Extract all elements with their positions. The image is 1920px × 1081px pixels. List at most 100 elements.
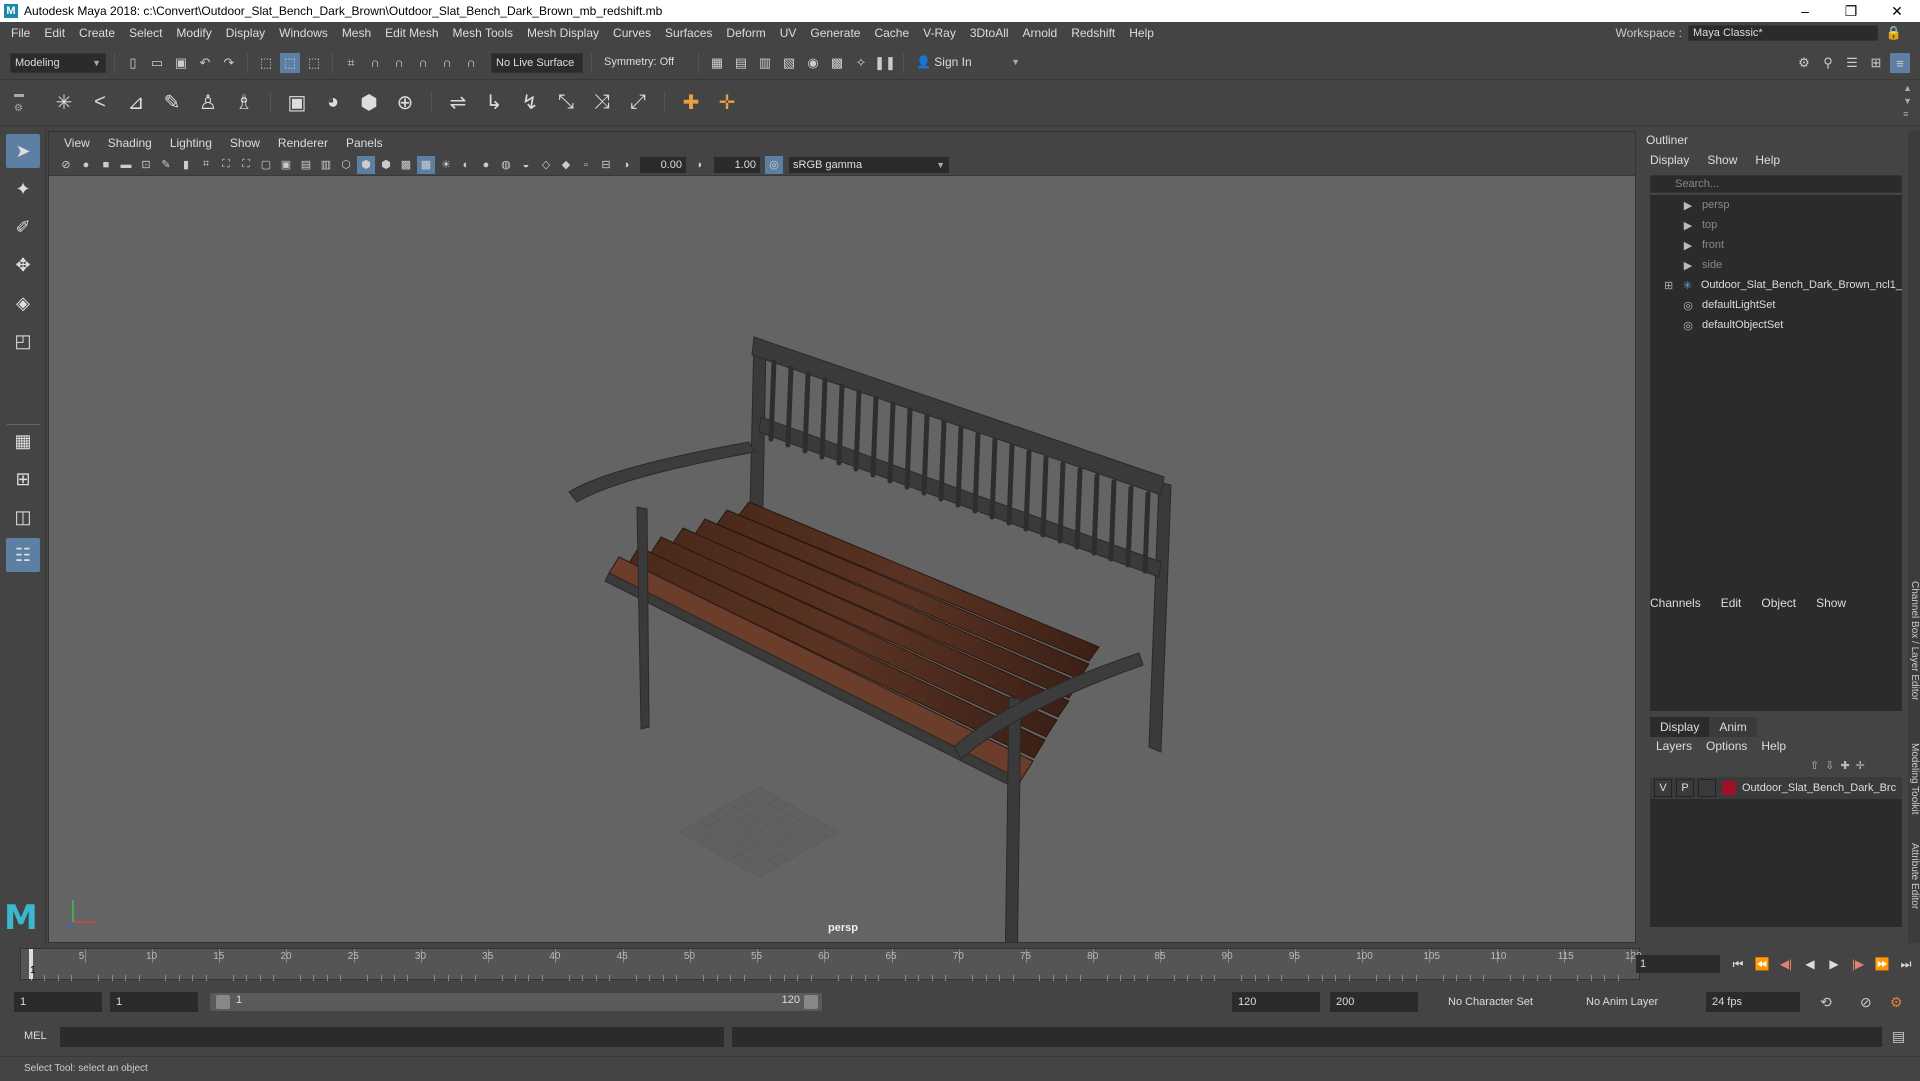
expand-icon[interactable]: ⊞ <box>1664 279 1673 292</box>
layer-visibility-toggle[interactable]: V <box>1654 779 1672 797</box>
outliner-item[interactable]: ▶ side <box>1650 255 1902 275</box>
tab-anim[interactable]: Anim <box>1709 717 1757 737</box>
minimize-button[interactable]: – <box>1782 0 1828 22</box>
step-forward-frame-icon[interactable]: |▶ <box>1848 953 1868 975</box>
attribute-editor-icon[interactable]: ☰ <box>1842 53 1862 73</box>
snap-surface-icon[interactable]: ∩ <box>437 53 457 73</box>
menu-create[interactable]: Create <box>72 26 122 40</box>
step-forward-key-icon[interactable]: ⏩ <box>1872 953 1892 975</box>
tab-display[interactable]: Display <box>1650 717 1710 737</box>
menu-mesh-display[interactable]: Mesh Display <box>520 26 606 40</box>
anti-aliasing-icon[interactable]: ◍ <box>497 156 515 174</box>
menu-help[interactable]: Help <box>1122 26 1161 40</box>
textured-icon[interactable]: ▩ <box>397 156 415 174</box>
menu-curves[interactable]: Curves <box>606 26 658 40</box>
outliner-item[interactable]: ▶ top <box>1650 215 1902 235</box>
shadows-icon[interactable]: ☀ <box>437 156 455 174</box>
camera-select-icon[interactable]: ⊘ <box>57 156 75 174</box>
grease-pencil-icon[interactable]: ✎ <box>157 156 175 174</box>
save-scene-icon[interactable]: ▣ <box>171 53 191 73</box>
ambient-occlusion-icon[interactable]: ◐ <box>457 156 475 174</box>
locator-parent-icon[interactable]: ✛ <box>713 88 741 116</box>
loop-icon[interactable]: ⟲ <box>1820 994 1832 1011</box>
layer-row[interactable]: V P Outdoor_Slat_Bench_Dark_Brc <box>1650 777 1902 799</box>
symmetry-dropdown[interactable]: Symmetry: Off <box>600 52 690 73</box>
heads-up-icon[interactable]: ⊟ <box>597 156 615 174</box>
step-back-key-icon[interactable]: ⏪ <box>1752 953 1772 975</box>
rotate-tool-icon[interactable]: ◈ <box>6 286 40 320</box>
animation-start-field[interactable]: 1 <box>14 992 102 1012</box>
anim-layer-dropdown[interactable]: No Anim Layer <box>1580 992 1690 1012</box>
light-editor-icon[interactable]: ✧ <box>851 53 871 73</box>
pole-vector-icon[interactable]: ⤢ <box>624 88 652 116</box>
wireframe-icon[interactable]: ⬡ <box>337 156 355 174</box>
menu-windows[interactable]: Windows <box>272 26 335 40</box>
attribute-editor-side-tab[interactable]: Attribute Editor <box>1908 843 1920 909</box>
four-view-icon[interactable]: ⊞ <box>6 462 40 496</box>
modeling-toolkit-side-tab[interactable]: Modeling Toolkit <box>1908 743 1920 815</box>
menu-set-dropdown[interactable]: Modeling ▼ <box>10 52 106 73</box>
select-hierarchy-icon[interactable]: ⬚ <box>256 53 276 73</box>
command-input[interactable] <box>60 1027 724 1047</box>
exposure-field[interactable]: 0.00 <box>640 156 686 173</box>
paint-select-icon[interactable]: ✐ <box>6 210 40 244</box>
outliner-item[interactable]: ▶ front <box>1650 235 1902 255</box>
current-frame-field[interactable]: 1 <box>1636 955 1720 973</box>
time-slider-track[interactable]: 5 10 15 20 25 30 35 40 45 50 55 60 65 70 75 80 85 90 95 100… <box>20 948 1642 981</box>
close-button[interactable]: ✕ <box>1874 0 1920 22</box>
image-plane-icon[interactable]: ▬ <box>117 156 135 174</box>
gamma-icon[interactable]: ◗ <box>691 156 709 174</box>
aim-constraint-icon[interactable]: ⤨ <box>588 88 616 116</box>
undo-icon[interactable]: ↶ <box>195 53 215 73</box>
shelf-options-icon[interactable]: ▬ ⚙ <box>14 88 24 116</box>
render-setup-icon[interactable]: ▩ <box>827 53 847 73</box>
move-layer-down-icon[interactable]: ⇩ <box>1825 759 1834 772</box>
camera-attributes-icon[interactable]: ● <box>77 156 95 174</box>
menu-mesh-tools[interactable]: Mesh Tools <box>446 26 520 40</box>
menu-modify[interactable]: Modify <box>169 26 218 40</box>
channel-box-icon[interactable]: ≡ <box>1890 53 1910 73</box>
menu-edit-mesh[interactable]: Edit Mesh <box>378 26 445 40</box>
layer-color-swatch[interactable] <box>1722 781 1736 795</box>
use-all-lights-icon[interactable]: ▩ <box>417 155 435 174</box>
menu-generate[interactable]: Generate <box>803 26 867 40</box>
move-tool-icon[interactable]: ✥ <box>6 248 40 282</box>
snap-curve-icon[interactable]: ∩ <box>365 53 385 73</box>
channel-box-menu-object[interactable]: Object <box>1761 596 1796 610</box>
mel-label[interactable]: MEL <box>24 1030 47 1042</box>
exposure-icon[interactable]: ◑ <box>617 156 635 174</box>
orient-constraint-icon[interactable]: ↯ <box>516 88 544 116</box>
menu-uv[interactable]: UV <box>773 26 804 40</box>
snap-grid-icon[interactable]: ⌗ <box>341 53 361 73</box>
layer-menu-layers[interactable]: Layers <box>1656 739 1692 753</box>
locator-icon[interactable]: ✚ <box>677 88 705 116</box>
sign-in-dropdown[interactable]: 👤 Sign In ▼ <box>912 52 1024 73</box>
xray-joints-icon[interactable]: ◆ <box>557 156 575 174</box>
menu-cache[interactable]: Cache <box>867 26 916 40</box>
smooth-shade-icon[interactable]: ⬢ <box>357 155 375 174</box>
wrap-icon[interactable]: ⬢ <box>355 88 383 116</box>
human-ik-icon[interactable]: ♙ <box>194 88 222 116</box>
select-component-icon[interactable]: ⬚ <box>304 53 324 73</box>
scale-tool-icon[interactable]: ◰ <box>6 324 40 358</box>
viewport-menu-show[interactable]: Show <box>221 136 269 150</box>
outliner-item[interactable]: ◎ defaultObjectSet <box>1650 315 1902 335</box>
maximize-button[interactable]: ❐ <box>1828 0 1874 22</box>
tool-settings-icon[interactable]: ⊞ <box>1866 53 1886 73</box>
render-view-icon[interactable]: ▦ <box>707 53 727 73</box>
redo-icon[interactable]: ↷ <box>219 53 239 73</box>
outliner-layout-icon[interactable]: ☷ <box>6 538 40 572</box>
menu-select[interactable]: Select <box>122 26 169 40</box>
ipr-render-icon[interactable]: ▥ <box>755 53 775 73</box>
go-to-start-icon[interactable]: ⏮ <box>1728 953 1748 975</box>
range-start-handle[interactable] <box>216 995 230 1009</box>
menu-3dtoall[interactable]: 3DtoAll <box>963 26 1016 40</box>
animation-end-field[interactable]: 200 <box>1330 992 1418 1012</box>
select-object-icon[interactable]: ⬚ <box>280 52 300 73</box>
menu-display[interactable]: Display <box>219 26 272 40</box>
safe-title-icon[interactable]: ▥ <box>317 156 335 174</box>
color-space-dropdown[interactable]: sRGB gamma ▼ <box>789 156 949 173</box>
live-surface-field[interactable]: No Live Surface <box>491 52 583 73</box>
outliner-menu-show[interactable]: Show <box>1707 153 1737 167</box>
new-scene-icon[interactable]: ▯ <box>123 53 143 73</box>
